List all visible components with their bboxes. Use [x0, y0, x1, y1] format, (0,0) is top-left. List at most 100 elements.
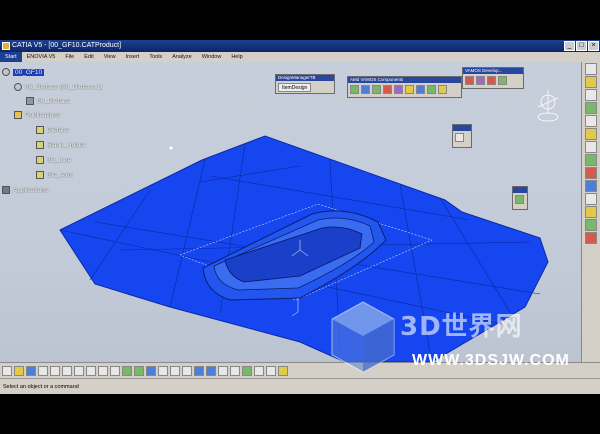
maximize-button[interactable]: □ — [576, 41, 587, 51]
menu-enovia[interactable]: ENOVIA V5 — [22, 52, 61, 62]
tool-icon[interactable] — [585, 63, 597, 75]
component-tool-icon[interactable] — [350, 85, 359, 94]
tree-item-dieface[interactable]: Dieface — [36, 126, 69, 134]
tool-icon[interactable] — [585, 76, 597, 88]
publication-icon — [36, 156, 44, 164]
specification-tree: 00_GF10 00_Dieface (00_Dieface.1) 00_Die… — [0, 66, 240, 226]
tool-icon[interactable] — [585, 102, 597, 114]
fit-all-icon[interactable] — [122, 365, 132, 376]
toolbar-vamos-develop: VAMOS Develop... — [462, 67, 524, 89]
tree-node-part[interactable]: 00_Dieface — [26, 97, 70, 105]
component-tool-icon[interactable] — [361, 85, 370, 94]
component-tool-icon[interactable] — [438, 85, 447, 94]
zoom-out-icon[interactable] — [170, 365, 180, 376]
rotate-icon[interactable] — [146, 365, 156, 376]
help-icon[interactable] — [110, 365, 120, 376]
component-tool-icon[interactable] — [383, 85, 392, 94]
component-tool-icon[interactable] — [416, 85, 425, 94]
develop-tool-icon[interactable] — [465, 76, 474, 85]
tree-node-product[interactable]: 00_Dieface (00_Dieface.1) — [14, 83, 102, 91]
shading-icon[interactable] — [206, 365, 216, 376]
measure-icon[interactable] — [242, 365, 252, 376]
menu-start[interactable]: Start — [0, 52, 22, 62]
develop-tool-icon[interactable] — [487, 76, 496, 85]
publication-icon — [36, 171, 44, 179]
tree-node-publications[interactable]: Publications — [14, 111, 60, 119]
compass-icon[interactable] — [537, 90, 559, 122]
iso-view-icon[interactable] — [194, 365, 204, 376]
tool-icon[interactable] — [585, 89, 597, 101]
applications-icon — [2, 186, 10, 194]
toolbar-design-manager: DesignManagerTB ItemDesign — [275, 74, 335, 94]
close-button[interactable]: × — [588, 41, 599, 51]
menu-window[interactable]: Window — [197, 52, 227, 62]
tool-icon[interactable] — [585, 128, 597, 140]
minimize-button[interactable]: _ — [564, 41, 575, 51]
swap-visible-icon[interactable] — [230, 365, 240, 376]
pan-icon[interactable] — [134, 365, 144, 376]
watermark-cube-logo — [331, 301, 395, 373]
menu-view[interactable]: View — [99, 52, 121, 62]
new-icon[interactable] — [2, 365, 12, 376]
watermark-brand: 3D世界网 — [400, 312, 523, 342]
tree-publications-label: Publications — [25, 111, 61, 119]
component-tool-icon[interactable] — [405, 85, 414, 94]
print-icon[interactable] — [38, 365, 48, 376]
tool-icon[interactable] — [585, 115, 597, 127]
develop-tool-icon[interactable] — [498, 76, 507, 85]
tool-icon[interactable] — [278, 365, 288, 376]
tool-icon[interactable] — [585, 206, 597, 218]
develop-tool-icon[interactable] — [476, 76, 485, 85]
hide-show-icon[interactable] — [218, 365, 228, 376]
tool-icon[interactable] — [266, 365, 276, 376]
component-tool-icon[interactable] — [372, 85, 381, 94]
tool-icon[interactable] — [585, 219, 597, 231]
open-icon[interactable] — [14, 365, 24, 376]
tree-applications-label: Applications — [13, 186, 49, 194]
tool-icon[interactable] — [585, 193, 597, 205]
menu-tools[interactable]: Tools — [144, 52, 167, 62]
menu-help[interactable]: Help — [226, 52, 247, 62]
tree-item-label: Die_Axis — [47, 171, 73, 179]
tool-icon[interactable] — [585, 232, 597, 244]
tool-icon[interactable] — [585, 167, 597, 179]
toolbar-row — [453, 131, 471, 144]
tree-item-3d-line[interactable]: 3D_Line — [36, 156, 71, 164]
cut-icon[interactable] — [50, 365, 60, 376]
normal-view-icon[interactable] — [182, 365, 192, 376]
toolbar-row — [463, 74, 523, 87]
paste-icon[interactable] — [74, 365, 84, 376]
copy-icon[interactable] — [62, 365, 72, 376]
item-design-button[interactable]: ItemDesign — [278, 83, 312, 92]
toolbar-row — [348, 83, 461, 96]
drawing-tool-icon[interactable] — [455, 133, 464, 142]
status-message: Select an object or a command — [3, 384, 79, 390]
tool-icon[interactable] — [585, 154, 597, 166]
component-tool-icon[interactable] — [394, 85, 403, 94]
undo-icon[interactable] — [86, 365, 96, 376]
tree-node-applications[interactable]: Applications — [2, 186, 48, 194]
refresh-tool-icon[interactable] — [515, 195, 524, 204]
tree-node-root[interactable]: 00_GF10 — [2, 68, 45, 76]
menu-bar: Start ENOVIA V5 File Edit View Insert To… — [0, 52, 600, 62]
toolbar-floating-1 — [452, 124, 472, 148]
save-icon[interactable] — [26, 365, 36, 376]
tool-icon[interactable] — [585, 141, 597, 153]
window-title: CATIA V5 - [00_GF10.CATProduct] — [12, 42, 122, 49]
tree-item-die-axis[interactable]: Die_Axis — [36, 171, 73, 179]
component-tool-icon[interactable] — [427, 85, 436, 94]
tree-product-label: 00_Dieface (00_Dieface.1) — [25, 83, 103, 91]
menu-insert[interactable]: Insert — [121, 52, 145, 62]
tool-icon[interactable] — [585, 180, 597, 192]
publication-icon — [36, 126, 44, 134]
component-icon — [14, 83, 22, 91]
menu-file[interactable]: File — [60, 52, 79, 62]
tree-item-label: Blank_Holder — [47, 141, 87, 149]
redo-icon[interactable] — [98, 365, 108, 376]
zoom-in-icon[interactable] — [158, 365, 168, 376]
menu-analyze[interactable]: Analyze — [167, 52, 197, 62]
menu-edit[interactable]: Edit — [79, 52, 98, 62]
tool-icon[interactable] — [254, 365, 264, 376]
tree-item-label: Dieface — [47, 126, 70, 134]
tree-item-blank-holder[interactable]: Blank_Holder — [36, 141, 86, 149]
